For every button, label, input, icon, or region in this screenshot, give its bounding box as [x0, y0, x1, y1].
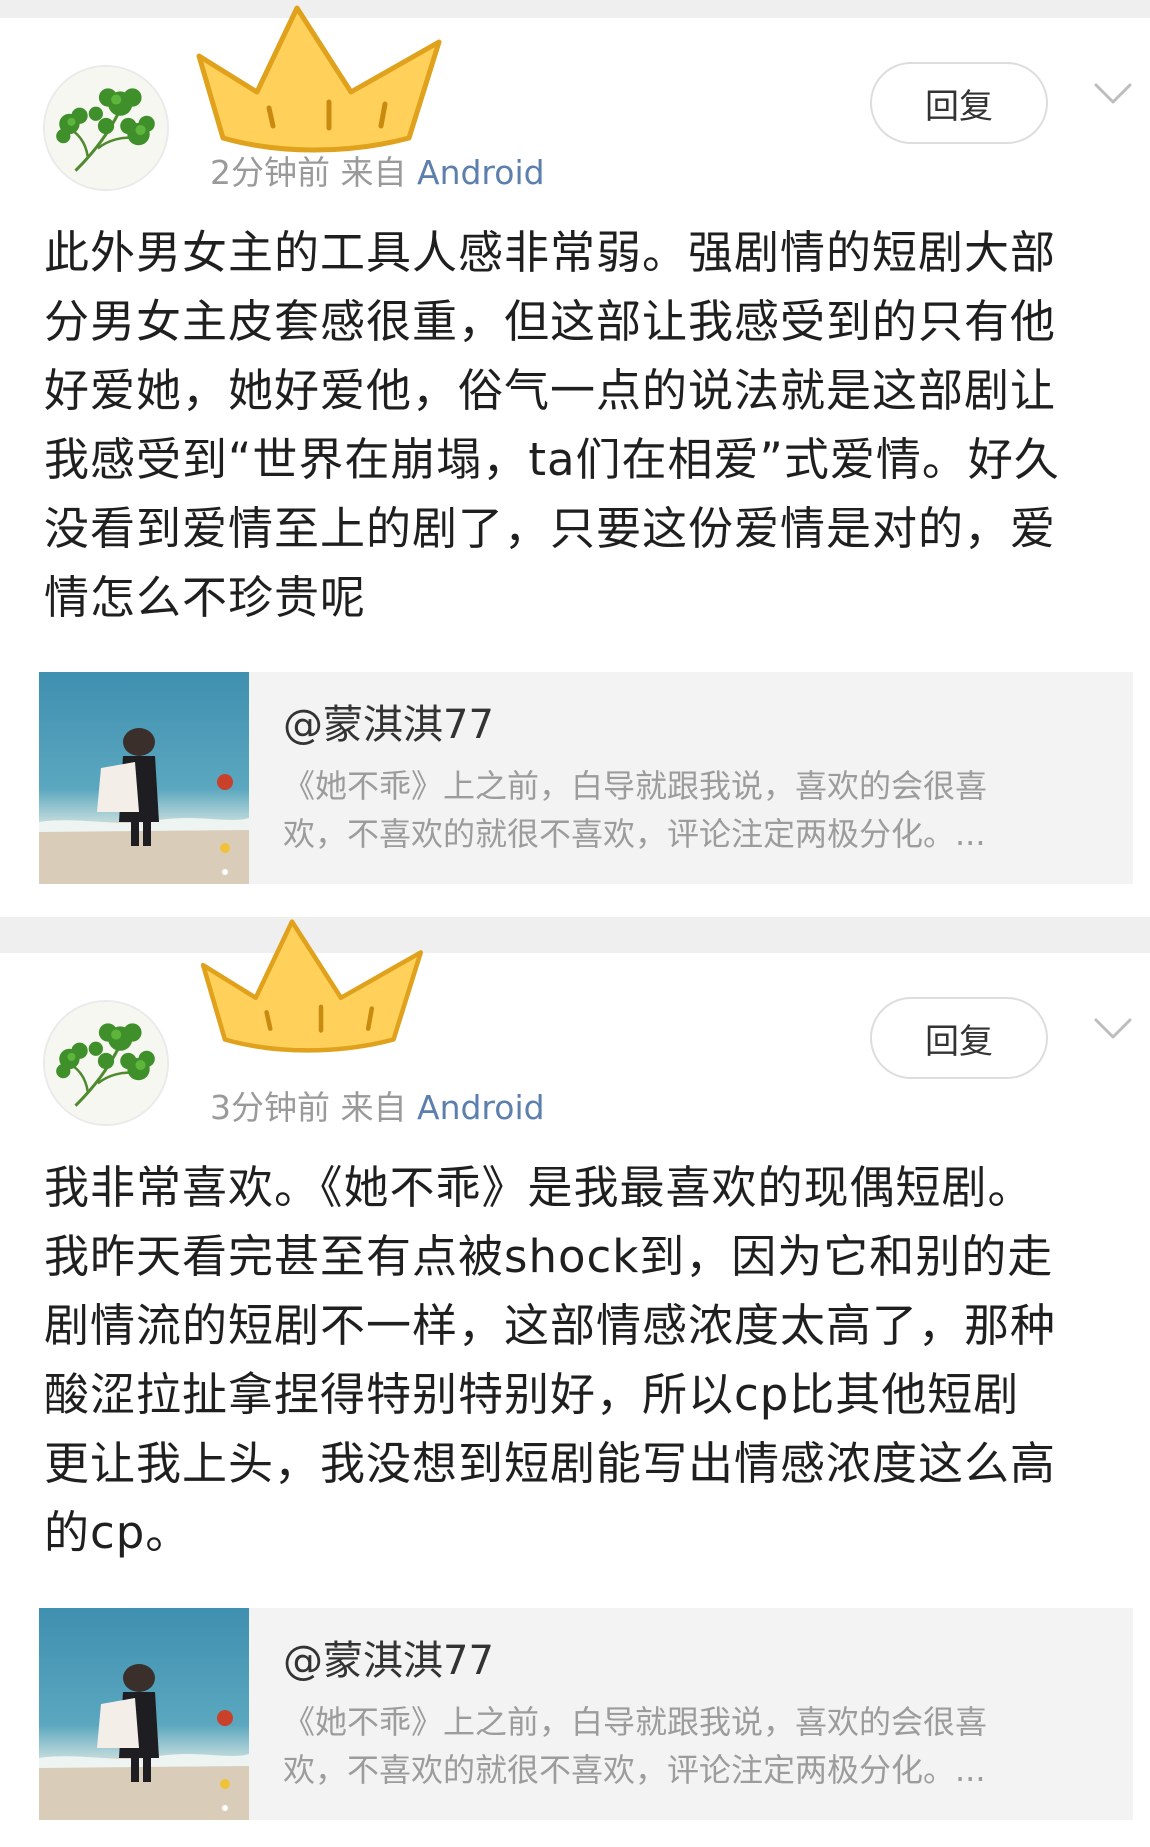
comment-body: 我非常喜欢。《她不乖》是我最喜欢的现偶短剧。 我昨天看完甚至有点被shock到，…	[44, 1161, 1057, 1559]
quoted-post-author[interactable]: @蒙淇淇77	[283, 692, 494, 750]
reply-button[interactable]: 回复	[870, 62, 1048, 144]
comment-meta: 2分钟前 来自 Android	[210, 146, 545, 194]
chevron-down-icon[interactable]	[1094, 82, 1132, 106]
reply-button[interactable]: 回复	[870, 997, 1048, 1079]
crown-sticker	[185, 911, 457, 1061]
comment-card: 2分钟前 来自 Android 回复 此外男女主的工具人感非常弱。强剧情的短剧大…	[0, 5, 1150, 917]
quoted-post-card[interactable]: @蒙淇淇77 《她不乖》上之前，白导就跟我说，喜欢的会很喜 欢，不喜欢的就很不喜…	[39, 672, 1133, 884]
chevron-down-icon[interactable]	[1094, 1017, 1132, 1041]
quoted-post-snippet: 《她不乖》上之前，白导就跟我说，喜欢的会很喜 欢，不喜欢的就很不喜欢，评论注定两…	[283, 1703, 988, 1789]
from-label: 来自	[340, 1088, 407, 1127]
comment-card: 3分钟前 来自 Android 回复 我非常喜欢。《她不乖》是我最喜欢的现偶短剧…	[0, 919, 1150, 1847]
crown-icon	[196, 5, 442, 153]
source-link[interactable]: Android	[417, 153, 545, 192]
from-label: 来自	[340, 153, 407, 192]
quoted-post-thumbnail	[39, 672, 249, 884]
comment-body: 此外男女主的工具人感非常弱。强剧情的短剧大部 分男女主皮套感很重，但这部让我感受…	[44, 226, 1060, 624]
cilantro-icon	[45, 1002, 167, 1124]
post-separator	[0, 917, 1150, 953]
crown-icon	[200, 919, 423, 1053]
comment-meta: 3分钟前 来自 Android	[210, 1081, 545, 1129]
avatar[interactable]	[43, 1000, 169, 1126]
quoted-post-thumbnail	[39, 1608, 249, 1820]
comment-time: 3分钟前	[210, 1088, 330, 1127]
crown-sticker	[178, 4, 480, 154]
cilantro-icon	[45, 67, 167, 189]
quoted-post-snippet: 《她不乖》上之前，白导就跟我说，喜欢的会很喜 欢，不喜欢的就很不喜欢，评论注定两…	[283, 767, 988, 853]
quoted-post-author[interactable]: @蒙淇淇77	[283, 1628, 494, 1686]
quoted-post-card[interactable]: @蒙淇淇77 《她不乖》上之前，白导就跟我说，喜欢的会很喜 欢，不喜欢的就很不喜…	[39, 1608, 1133, 1820]
comment-time: 2分钟前	[210, 153, 330, 192]
source-link[interactable]: Android	[417, 1088, 545, 1127]
avatar[interactable]	[43, 65, 169, 191]
top-separator	[0, 0, 1150, 18]
